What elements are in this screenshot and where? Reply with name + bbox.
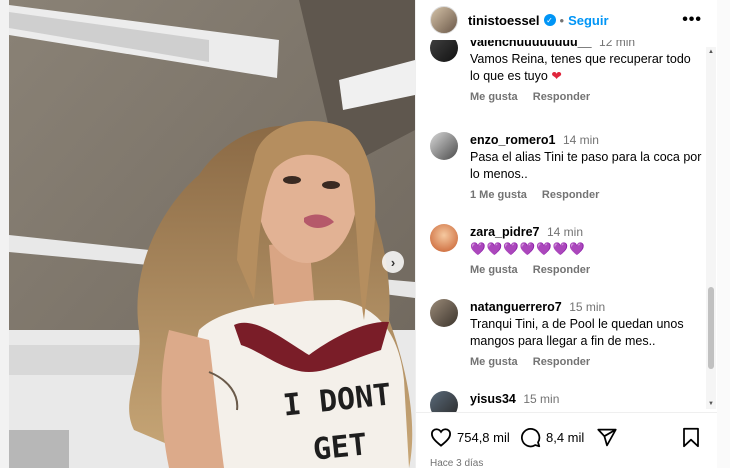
- comment-reply-button[interactable]: Responder: [533, 356, 590, 368]
- comment-text: Tranqui Tini, a de Pool le quedan unos m…: [470, 317, 684, 348]
- commenter-username[interactable]: zara_pidre7: [470, 225, 539, 239]
- comment-like-button[interactable]: 1 Me gusta: [470, 189, 527, 201]
- verified-badge-icon: ✓: [543, 14, 556, 26]
- author-avatar[interactable]: [430, 6, 458, 34]
- comment-button[interactable]: 8,4 mil: [520, 427, 584, 448]
- scroll-down-arrow-icon[interactable]: ▼: [706, 399, 716, 409]
- comment-time: 14 min: [546, 225, 583, 239]
- commenter-avatar[interactable]: [430, 224, 458, 252]
- commenter-username[interactable]: valenchuuuuuuuu__: [470, 40, 592, 49]
- comment-reply-button[interactable]: Responder: [533, 264, 590, 276]
- comment-meta: 1 Me gusta Responder: [470, 189, 702, 201]
- comments-count: 8,4 mil: [546, 430, 585, 445]
- comment-time: 12 min: [599, 40, 636, 49]
- commenter-username[interactable]: enzo_romero1: [470, 133, 555, 147]
- heart-emoji-icon: ❤: [551, 69, 562, 83]
- save-button[interactable]: [682, 427, 700, 448]
- send-icon: [597, 428, 617, 447]
- commenter-avatar[interactable]: [430, 391, 458, 412]
- post-header: tinistoessel ✓ • Seguir •••: [416, 0, 718, 40]
- bookmark-icon: [683, 427, 699, 448]
- comment-meta: Me gusta Responder: [470, 91, 702, 103]
- comment-reply-button[interactable]: Responder: [533, 91, 590, 103]
- comment-like-button[interactable]: Me gusta: [470, 91, 518, 103]
- like-button[interactable]: 754,8 mil: [430, 427, 510, 447]
- commenter-avatar[interactable]: [430, 299, 458, 327]
- next-media-button[interactable]: ›: [382, 251, 404, 273]
- comment-like-button[interactable]: Me gusta: [470, 356, 518, 368]
- post-side-panel: tinistoessel ✓ • Seguir ••• valenchuuuuu…: [415, 0, 718, 468]
- author-username[interactable]: tinistoessel: [468, 13, 540, 28]
- commenter-avatar[interactable]: [430, 132, 458, 160]
- comments-scrollbar[interactable]: ▲ ▼: [706, 47, 716, 409]
- comment-text: Vamos Reina, tenes que recuperar todo lo…: [470, 52, 691, 83]
- header-separator: •: [559, 12, 565, 28]
- post-date: Hace 3 días: [430, 458, 484, 468]
- follow-button[interactable]: Seguir: [568, 13, 608, 28]
- likes-count: 754,8 mil: [457, 429, 510, 445]
- commenter-avatar[interactable]: [430, 40, 458, 62]
- post-media: I DONT GET ›: [0, 0, 415, 468]
- share-button[interactable]: [596, 427, 618, 448]
- post-actions-bar: 754,8 mil 8,4 mil Hace 3 días: [416, 412, 718, 468]
- comment-time: 15 min: [569, 300, 606, 314]
- commenter-username[interactable]: yisus34: [470, 392, 516, 406]
- media-left-edge: [0, 0, 9, 468]
- window-right-edge: [717, 0, 730, 468]
- more-options-button[interactable]: •••: [682, 11, 702, 29]
- comment-icon: [521, 428, 541, 448]
- comments-list: valenchuuuuuuuu__ 12 min Vamos Reina, te…: [416, 40, 718, 412]
- comment-time: 14 min: [562, 133, 599, 147]
- comment-like-button[interactable]: Me gusta: [470, 264, 518, 276]
- heart-icon: [430, 428, 452, 447]
- comment-meta: Me gusta Responder: [470, 264, 702, 276]
- chevron-right-icon: ›: [390, 254, 396, 270]
- comment-meta: Me gusta Responder: [470, 356, 702, 368]
- more-icon: •••: [682, 11, 702, 28]
- shirt-text-line-2: GET: [311, 427, 369, 468]
- comment-text: 💜💜💜💜💜💜💜: [470, 242, 586, 256]
- comment-time: 15 min: [523, 392, 560, 406]
- scrollbar-thumb[interactable]: [708, 287, 714, 369]
- comment-text: Pasa el alias Tini te paso para la coca …: [470, 150, 702, 181]
- commenter-username[interactable]: natanguerrero7: [470, 300, 562, 314]
- scroll-up-arrow-icon[interactable]: ▲: [706, 47, 716, 57]
- comment-reply-button[interactable]: Responder: [542, 189, 599, 201]
